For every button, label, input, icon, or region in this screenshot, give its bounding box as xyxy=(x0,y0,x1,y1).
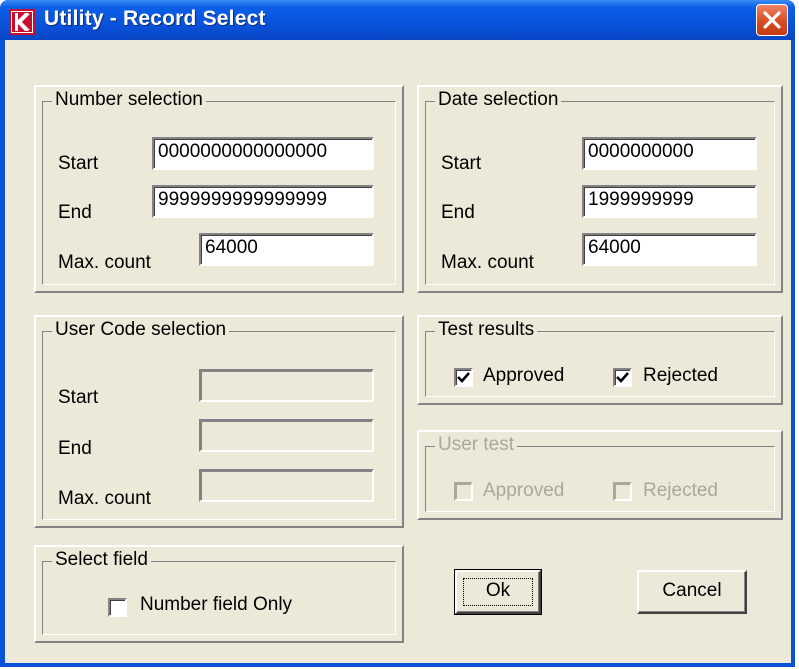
date-start-label: Start xyxy=(441,153,482,174)
ok-button[interactable]: Ok xyxy=(454,569,542,615)
test-rejected-checkbox[interactable] xyxy=(613,368,632,387)
test-results-group: Test results Approved Rejected xyxy=(417,315,783,405)
number-end-input[interactable]: 9999999999999999 xyxy=(152,185,374,218)
number-start-input[interactable]: 0000000000000000 xyxy=(152,137,374,170)
number-field-only-label: Number field Only xyxy=(140,594,293,615)
user-code-selection-group: User Code selection Start End Max. count xyxy=(34,315,404,528)
user-code-end-input xyxy=(199,419,374,452)
date-end-input[interactable]: 1999999999 xyxy=(582,185,757,218)
date-end-label: End xyxy=(441,202,475,223)
dialog-body: Number selection Start 0000000000000000 … xyxy=(5,40,791,663)
user-code-start-label: Start xyxy=(58,387,99,408)
user-test-group: User test Approved Rejected xyxy=(417,430,783,520)
user-approved-checkbox xyxy=(454,482,473,501)
date-max-count-label: Max. count xyxy=(441,252,534,273)
close-icon xyxy=(763,11,781,29)
date-selection-legend: Date selection xyxy=(435,89,562,111)
user-code-start-input xyxy=(199,369,374,402)
select-field-group: Select field Number field Only xyxy=(34,545,404,643)
window-title: Utility - Record Select xyxy=(44,7,266,30)
user-code-max-count-label: Max. count xyxy=(58,488,151,509)
test-approved-checkbox[interactable] xyxy=(454,368,473,387)
number-selection-group: Number selection Start 0000000000000000 … xyxy=(34,85,404,293)
number-end-label: End xyxy=(58,202,92,223)
k-logo-icon xyxy=(9,9,35,35)
dialog-window: Utility - Record Select Number selection… xyxy=(0,0,795,667)
number-max-count-input[interactable]: 64000 xyxy=(199,233,374,266)
checkmark-icon xyxy=(457,372,470,383)
date-start-input[interactable]: 0000000000 xyxy=(582,137,757,170)
date-selection-group: Date selection Start 0000000000 End 1999… xyxy=(417,85,783,293)
user-code-max-count-input xyxy=(199,469,374,502)
test-approved-label: Approved xyxy=(483,365,565,386)
test-rejected-label: Rejected xyxy=(643,365,718,386)
cancel-button[interactable]: Cancel xyxy=(637,570,747,614)
user-code-selection-legend: User Code selection xyxy=(52,319,230,341)
test-results-legend: Test results xyxy=(435,319,538,341)
select-field-legend: Select field xyxy=(52,549,151,571)
user-test-legend: User test xyxy=(435,434,518,456)
number-max-count-label: Max. count xyxy=(58,252,151,273)
user-code-end-label: End xyxy=(58,438,92,459)
close-button[interactable] xyxy=(756,4,788,36)
number-selection-legend: Number selection xyxy=(52,89,206,111)
checkmark-icon xyxy=(616,372,629,383)
number-field-only-checkbox[interactable] xyxy=(108,598,127,617)
cancel-button-label: Cancel xyxy=(662,580,722,601)
user-approved-label: Approved xyxy=(483,480,565,501)
date-max-count-input[interactable]: 64000 xyxy=(582,233,757,266)
user-rejected-checkbox xyxy=(613,482,632,501)
title-bar[interactable]: Utility - Record Select xyxy=(0,0,795,40)
user-rejected-label: Rejected xyxy=(643,480,718,501)
number-start-label: Start xyxy=(58,153,99,174)
